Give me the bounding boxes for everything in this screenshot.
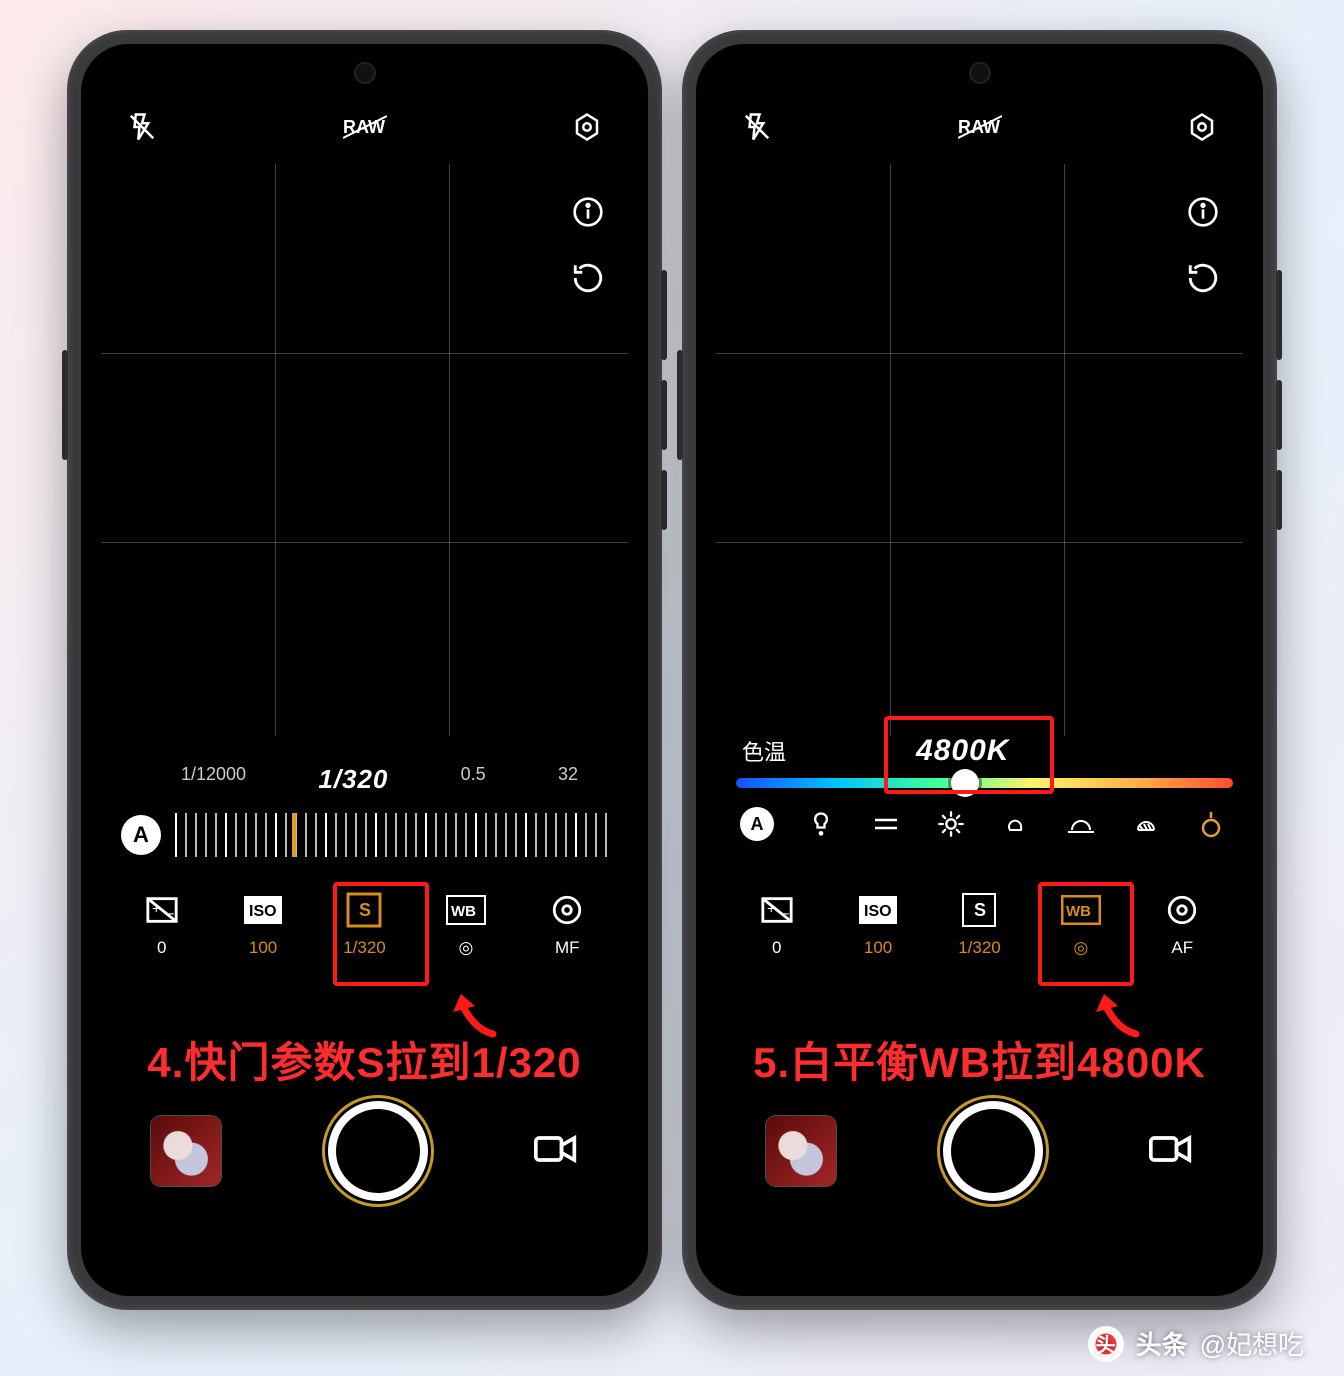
watermark-handle: @妃想吃 — [1200, 1325, 1304, 1362]
highlight-box — [333, 882, 429, 986]
param-ev[interactable]: +− 0 — [117, 892, 207, 958]
settings-icon[interactable] — [572, 112, 602, 142]
param-ev-value: 0 — [772, 938, 781, 958]
flash-off-icon[interactable] — [127, 112, 157, 142]
video-mode-icon[interactable] — [1149, 1131, 1193, 1172]
wb-cloudy-icon[interactable] — [998, 806, 1034, 842]
param-focus[interactable]: MF — [522, 892, 612, 958]
svg-text:+: + — [152, 901, 160, 917]
camera-notch — [969, 62, 991, 84]
watermark: 头 头条 @妃想吃 — [1088, 1325, 1304, 1362]
camera-top-bar: RAW — [696, 102, 1263, 152]
watermark-brand: 头条 — [1136, 1325, 1188, 1362]
param-iso-value: 100 — [249, 938, 277, 958]
camera-top-bar: RAW — [81, 102, 648, 152]
ev-icon: +− — [142, 892, 182, 928]
svg-text:ISO: ISO — [864, 903, 892, 920]
phone-mock-right: RAW 色温 4800K A — [682, 30, 1277, 1310]
gallery-thumb[interactable] — [766, 1116, 836, 1186]
shutter-button[interactable] — [943, 1101, 1043, 1201]
param-row: +− 0 ISO 100 S 1/320 WB ◎ AF — [696, 892, 1263, 1002]
wb-preset-row: A — [736, 806, 1233, 842]
shutter-mid: 0.5 — [461, 764, 486, 795]
wb-custom-icon[interactable] — [1193, 806, 1229, 842]
wb-icon: WB — [446, 892, 486, 928]
wb-sunset-icon[interactable] — [1063, 806, 1099, 842]
highlight-box — [1038, 882, 1134, 986]
svg-text:−: − — [781, 907, 789, 923]
camera-notch — [354, 62, 376, 84]
toutiao-logo-icon: 头 — [1088, 1326, 1124, 1362]
screen: RAW 色温 4800K A — [696, 44, 1263, 1296]
flash-off-icon[interactable] — [742, 112, 772, 142]
phone-mock-left: RAW 1/12000 1/320 0.5 32 A — [67, 30, 662, 1310]
shutter-min: 1/12000 — [181, 764, 246, 795]
svg-text:ISO: ISO — [249, 903, 277, 920]
wb-fluorescent-icon[interactable] — [868, 806, 904, 842]
shutter-ruler[interactable]: A — [121, 805, 608, 865]
bottom-bar — [696, 1096, 1263, 1206]
svg-text:S: S — [974, 900, 986, 920]
composition-grid — [716, 164, 1243, 736]
param-iso-value: 100 — [864, 938, 892, 958]
svg-text:+: + — [767, 901, 775, 917]
gallery-thumb[interactable] — [151, 1116, 221, 1186]
param-iso[interactable]: ISO 100 — [833, 892, 923, 958]
svg-text:−: − — [166, 907, 174, 923]
param-focus-value: MF — [555, 938, 580, 958]
wb-shade-icon[interactable] — [1128, 806, 1164, 842]
param-shutter-value: 1/320 — [958, 938, 1001, 958]
wb-daylight-icon[interactable] — [933, 806, 969, 842]
bottom-bar — [81, 1096, 648, 1206]
iso-icon: ISO — [243, 892, 283, 928]
svg-text:WB: WB — [451, 903, 476, 920]
param-focus[interactable]: AF — [1137, 892, 1227, 958]
param-wb[interactable]: WB ◎ — [421, 892, 511, 958]
focus-icon — [1162, 892, 1202, 928]
focus-icon — [547, 892, 587, 928]
auto-button[interactable]: A — [121, 815, 161, 855]
wb-incandescent-icon[interactable] — [803, 806, 839, 842]
annotation-text: 5.白平衡WB拉到4800K — [696, 1029, 1263, 1090]
param-wb-value: ◎ — [458, 938, 473, 958]
raw-icon[interactable]: RAW — [958, 114, 1002, 140]
shutter-cursor[interactable] — [292, 809, 296, 861]
shutter-max: 32 — [558, 764, 578, 795]
param-ev[interactable]: +− 0 — [732, 892, 822, 958]
param-ev-value: 0 — [157, 938, 166, 958]
wb-title: 色温 — [742, 735, 786, 767]
ev-icon: +− — [757, 892, 797, 928]
shutter-value: 1/320 — [318, 764, 388, 795]
wb-auto-button[interactable]: A — [740, 807, 774, 841]
shutter-slider-zone: 1/12000 1/320 0.5 32 A — [121, 764, 608, 865]
highlight-box-value — [884, 716, 1054, 794]
param-focus-value: AF — [1171, 938, 1193, 958]
annotation-text: 4.快门参数S拉到1/320 — [81, 1029, 648, 1090]
shutter-button[interactable] — [328, 1101, 428, 1201]
param-iso[interactable]: ISO 100 — [218, 892, 308, 958]
raw-icon[interactable]: RAW — [343, 114, 387, 140]
composition-grid — [101, 164, 628, 736]
shutter-s-icon: S — [959, 892, 999, 928]
param-shutter[interactable]: S 1/320 — [934, 892, 1024, 958]
screen: RAW 1/12000 1/320 0.5 32 A — [81, 44, 648, 1296]
settings-icon[interactable] — [1187, 112, 1217, 142]
iso-icon: ISO — [858, 892, 898, 928]
video-mode-icon[interactable] — [534, 1131, 578, 1172]
